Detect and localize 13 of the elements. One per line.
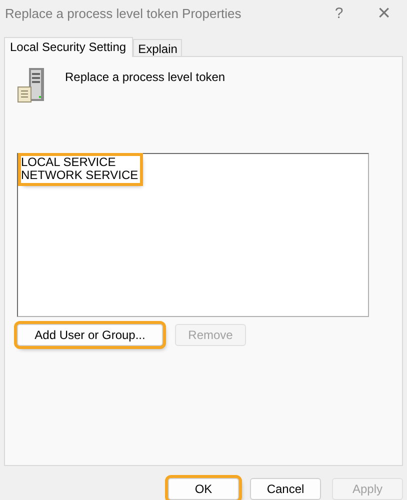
tab[interactable]: Local Security Setting: [4, 37, 134, 57]
button[interactable]: Add User or Group...: [17, 324, 163, 346]
tab[interactable]: Explain: [133, 39, 182, 56]
accounts-list[interactable]: LOCAL SERVICE NETWORK SERVICE: [17, 153, 369, 317]
window-title: Replace a process level token Properties: [5, 6, 242, 20]
server-policy-icon: [17, 67, 47, 103]
help-button[interactable]: ?: [317, 0, 361, 26]
account-item[interactable]: NETWORK SERVICE: [21, 169, 138, 182]
button[interactable]: OK: [168, 478, 239, 500]
button[interactable]: Cancel: [250, 478, 321, 500]
close-button[interactable]: ×: [361, 0, 407, 26]
policy-name: Replace a process level token: [65, 69, 226, 84]
account-item[interactable]: LOCAL SERVICE: [21, 156, 138, 169]
